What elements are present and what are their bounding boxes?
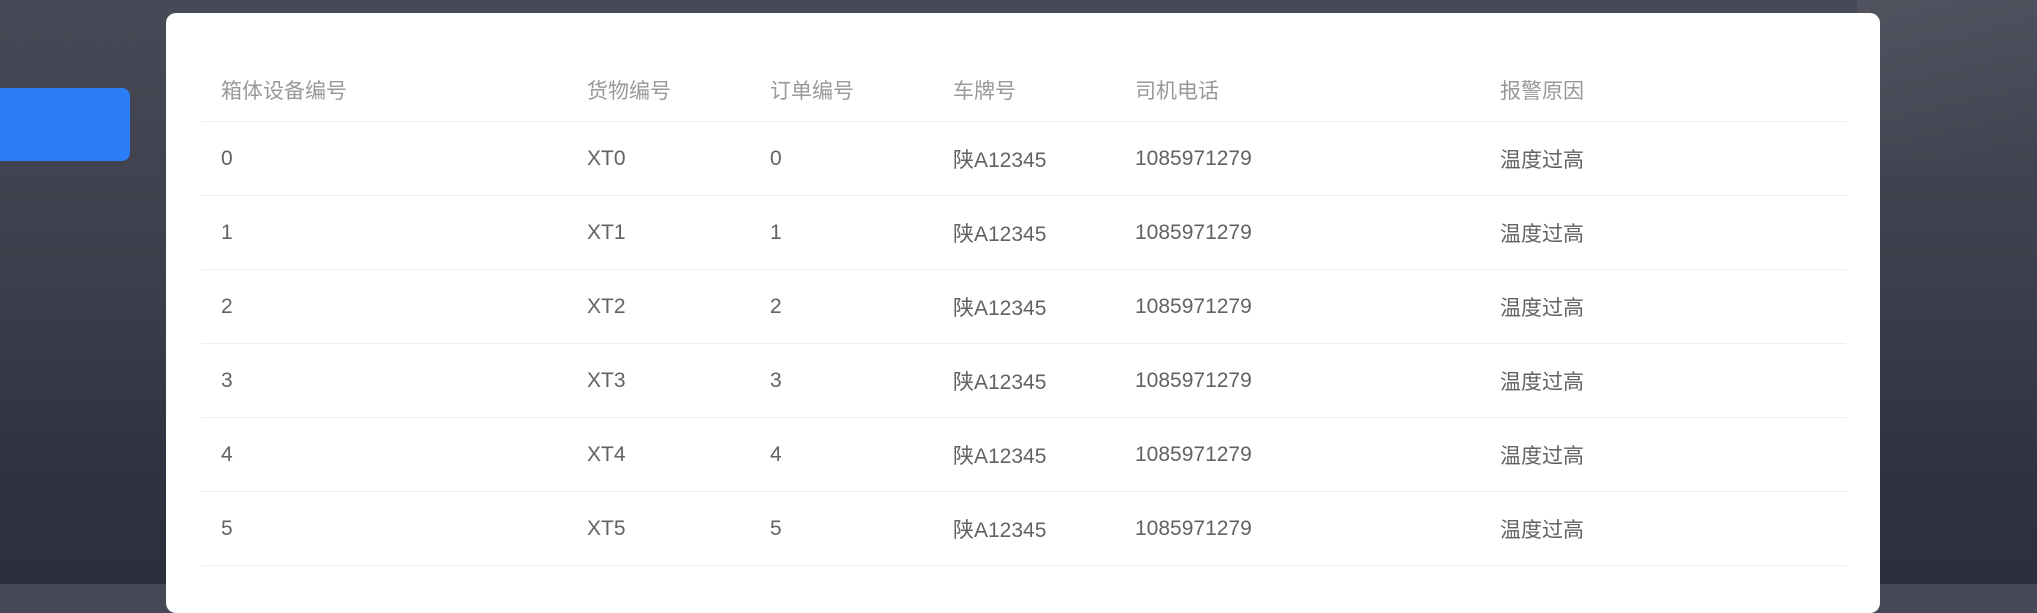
table-row[interactable]: 3 XT3 3 陕A12345 1085971279 温度过高 — [201, 343, 1846, 418]
cell-device-id: 5 — [201, 491, 567, 566]
cell-order-id: 3 — [750, 343, 933, 418]
cell-alarm-reason: 温度过高 — [1480, 121, 1846, 196]
column-header-plate-number: 车牌号 — [933, 58, 1115, 122]
table-row[interactable]: 2 XT2 2 陕A12345 1085971279 温度过高 — [201, 269, 1846, 344]
column-header-alarm-reason: 报警原因 — [1480, 58, 1846, 122]
cell-order-id: 1 — [750, 195, 933, 270]
cell-alarm-reason: 温度过高 — [1480, 417, 1846, 492]
cell-alarm-reason: 温度过高 — [1480, 343, 1846, 418]
cell-driver-phone: 1085971279 — [1115, 343, 1480, 418]
cell-order-id: 4 — [750, 417, 933, 492]
cell-alarm-reason: 温度过高 — [1480, 491, 1846, 566]
cell-plate-number: 陕A12345 — [933, 343, 1115, 418]
cell-device-id: 2 — [201, 269, 567, 344]
cell-driver-phone: 1085971279 — [1115, 121, 1480, 196]
cell-plate-number: 陕A12345 — [933, 269, 1115, 344]
sidebar-active-item[interactable] — [0, 88, 130, 161]
cell-alarm-reason: 温度过高 — [1480, 195, 1846, 270]
table-row[interactable]: 0 XT0 0 陕A12345 1085971279 温度过高 — [201, 121, 1846, 196]
cell-driver-phone: 1085971279 — [1115, 417, 1480, 492]
cell-cargo-id: XT5 — [567, 491, 750, 566]
cell-driver-phone: 1085971279 — [1115, 491, 1480, 566]
cell-alarm-reason: 温度过高 — [1480, 269, 1846, 344]
cell-driver-phone: 1085971279 — [1115, 195, 1480, 270]
column-header-driver-phone: 司机电话 — [1115, 58, 1480, 122]
cell-plate-number: 陕A12345 — [933, 121, 1115, 196]
cell-order-id: 2 — [750, 269, 933, 344]
table-row[interactable]: 4 XT4 4 陕A12345 1085971279 温度过高 — [201, 417, 1846, 492]
cell-device-id: 4 — [201, 417, 567, 492]
cell-cargo-id: XT0 — [567, 121, 750, 196]
background-decoration — [1857, 0, 2037, 160]
table-row[interactable]: 1 XT1 1 陕A12345 1085971279 温度过高 — [201, 195, 1846, 270]
cell-driver-phone: 1085971279 — [1115, 269, 1480, 344]
cell-plate-number: 陕A12345 — [933, 195, 1115, 270]
table-header-row: 箱体设备编号 货物编号 订单编号 车牌号 司机电话 报警原因 — [201, 58, 1846, 122]
column-header-order-id: 订单编号 — [750, 58, 933, 122]
cell-cargo-id: XT4 — [567, 417, 750, 492]
cell-device-id: 3 — [201, 343, 567, 418]
cell-device-id: 0 — [201, 121, 567, 196]
cell-cargo-id: XT3 — [567, 343, 750, 418]
cell-plate-number: 陕A12345 — [933, 417, 1115, 492]
alarm-table: 箱体设备编号 货物编号 订单编号 车牌号 司机电话 报警原因 0 XT0 0 陕A12345 10… — [201, 58, 1846, 566]
table-row[interactable]: 5 XT5 5 陕A12345 1085971279 温度过高 — [201, 491, 1846, 566]
cell-plate-number: 陕A12345 — [933, 491, 1115, 566]
cell-order-id: 5 — [750, 491, 933, 566]
cell-cargo-id: XT2 — [567, 269, 750, 344]
cell-device-id: 1 — [201, 195, 567, 270]
column-header-device-id: 箱体设备编号 — [201, 58, 567, 122]
alarm-table-card: 箱体设备编号 货物编号 订单编号 车牌号 司机电话 报警原因 0 XT0 0 陕A12345 10… — [166, 13, 1880, 613]
cell-order-id: 0 — [750, 121, 933, 196]
cell-cargo-id: XT1 — [567, 195, 750, 270]
column-header-cargo-id: 货物编号 — [567, 58, 750, 122]
